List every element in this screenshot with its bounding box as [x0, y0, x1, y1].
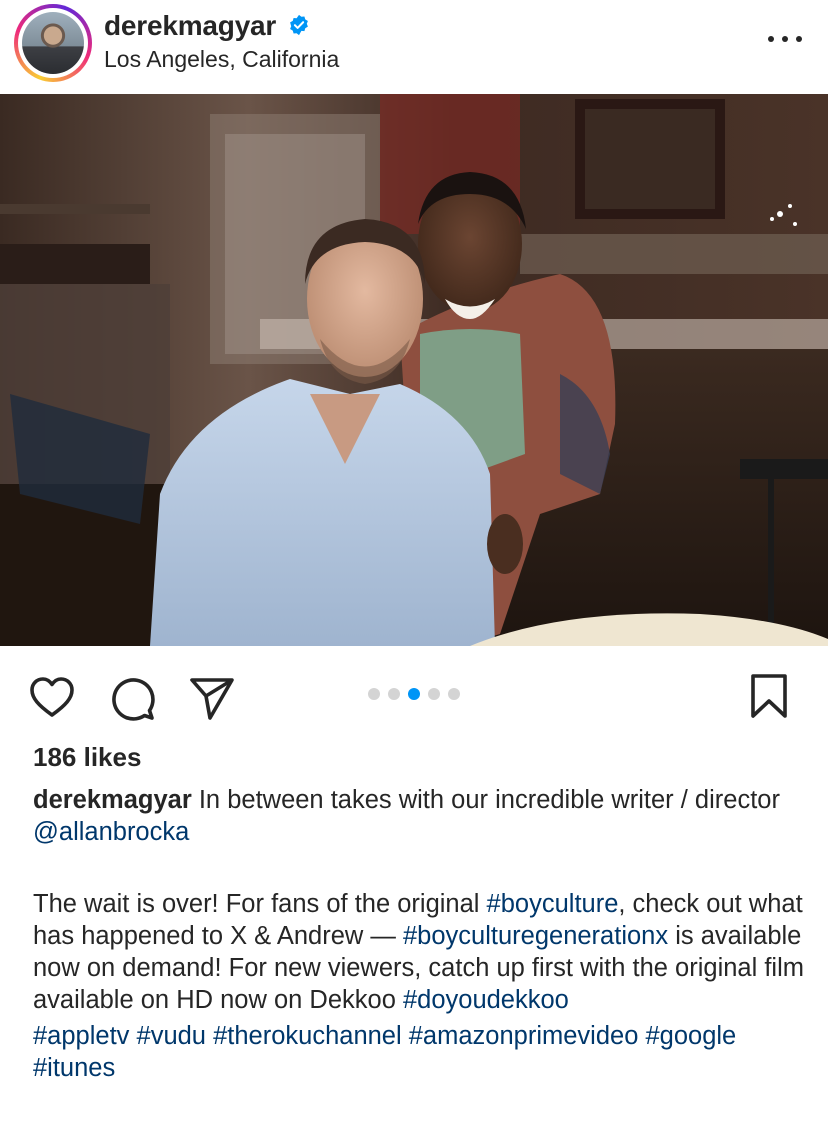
- caption-line: derekmagyar In between takes with our in…: [33, 784, 813, 848]
- comment-icon[interactable]: [108, 674, 156, 722]
- post-actions: [0, 646, 828, 742]
- post-location[interactable]: Los Angeles, California: [104, 46, 339, 73]
- caption-text: The wait is over! For fans of the origin…: [33, 890, 487, 918]
- caption-paragraph: The wait is over! For fans of the origin…: [33, 888, 813, 1016]
- post-photo-illustration: [0, 94, 828, 646]
- verified-badge-icon: [290, 14, 308, 36]
- carousel-dot: [428, 688, 440, 700]
- post-header: derekmagyar Los Angeles, California: [0, 0, 828, 94]
- carousel-dot: [368, 688, 380, 700]
- hashtag-link[interactable]: #boyculture: [487, 890, 619, 918]
- avatar[interactable]: [22, 12, 84, 74]
- mention-link[interactable]: @allanbrocka: [33, 818, 189, 846]
- more-icon[interactable]: [768, 34, 802, 44]
- carousel-dot: [388, 688, 400, 700]
- story-ring[interactable]: [14, 4, 92, 82]
- send-icon[interactable]: [188, 674, 236, 722]
- hashtag-link[interactable]: #amazonprimevideo: [409, 1022, 639, 1050]
- post-username[interactable]: derekmagyar: [104, 10, 276, 42]
- post-caption: derekmagyar In between takes with our in…: [33, 784, 813, 1084]
- hashtag-link[interactable]: #doyoudekkoo: [403, 986, 569, 1014]
- carousel-dot: [448, 688, 460, 700]
- hashtag-link[interactable]: #therokuchannel: [213, 1022, 402, 1050]
- hashtag-link[interactable]: #appletv: [33, 1022, 129, 1050]
- hashtag-link[interactable]: #google: [645, 1022, 736, 1050]
- bookmark-icon[interactable]: [748, 672, 790, 720]
- caption-text: In between takes with our incredible wri…: [191, 786, 780, 814]
- hashtag-link[interactable]: #itunes: [33, 1054, 115, 1082]
- caption-username[interactable]: derekmagyar: [33, 786, 192, 814]
- hashtag-link[interactable]: #vudu: [137, 1022, 206, 1050]
- hashtag-link[interactable]: #boyculturegenerationx: [403, 922, 668, 950]
- post-image[interactable]: [0, 94, 828, 646]
- likes-count[interactable]: 186 likes: [33, 742, 141, 773]
- carousel-dot-active: [408, 688, 420, 700]
- caption-hashtags: #appletv #vudu #therokuchannel #amazonpr…: [33, 1020, 813, 1084]
- heart-icon[interactable]: [28, 674, 76, 722]
- carousel-indicator: [368, 688, 460, 700]
